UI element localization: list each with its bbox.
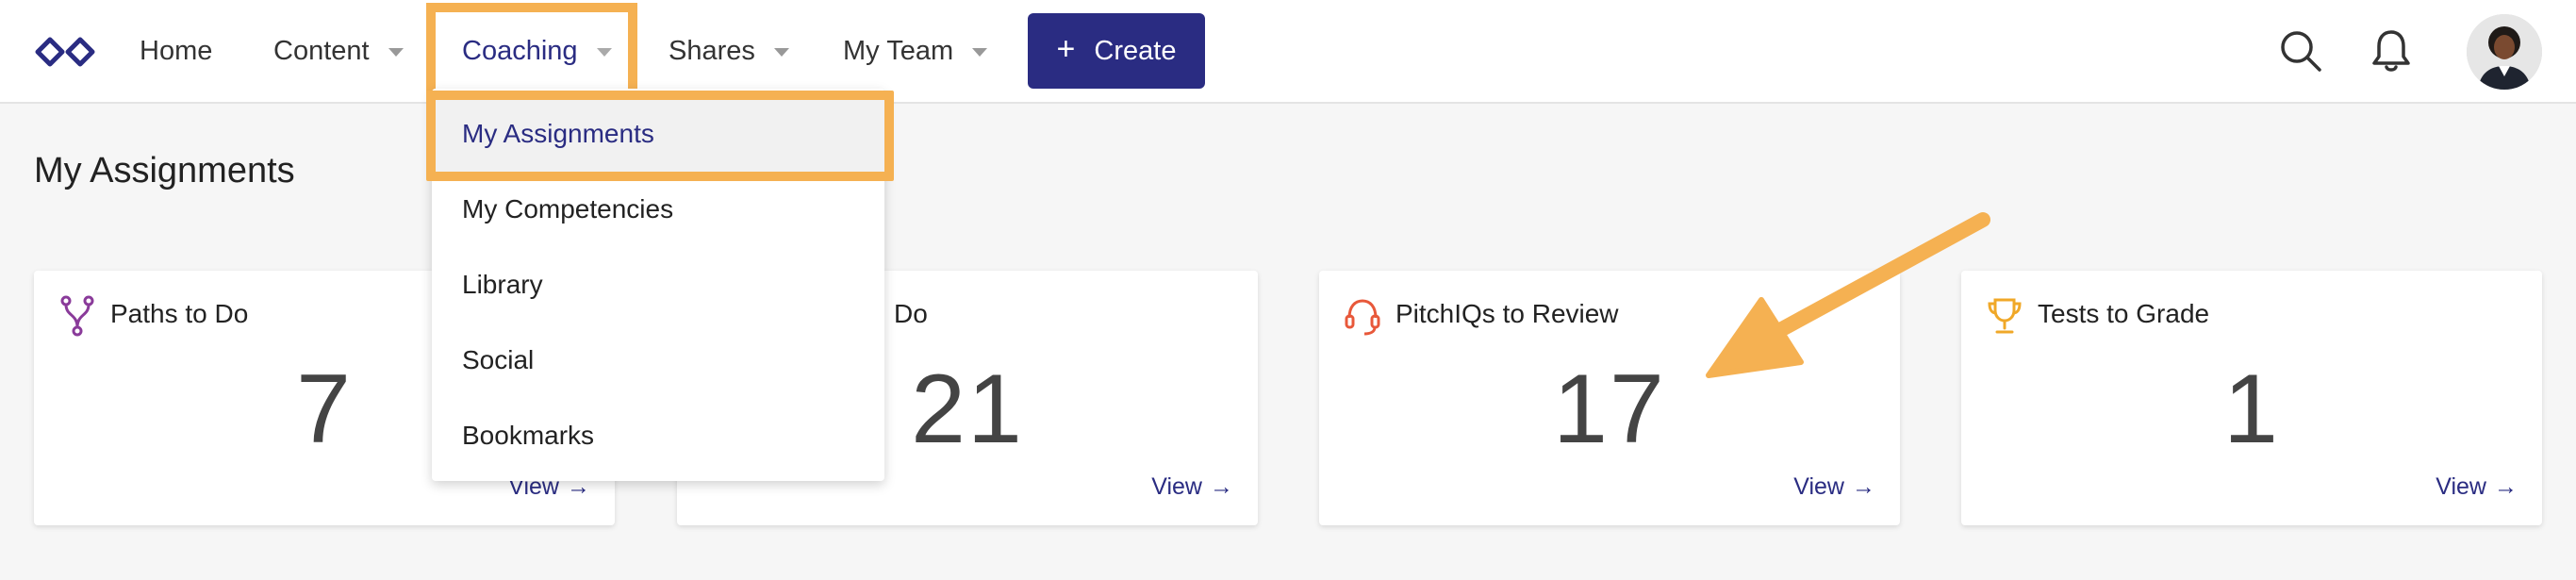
- trophy-icon: [1988, 298, 2022, 334]
- avatar[interactable]: [2467, 14, 2542, 90]
- search-icon[interactable]: [2278, 26, 2323, 75]
- my-assignments-highlight-box: [426, 91, 894, 181]
- page-title: My Assignments: [34, 151, 295, 191]
- card-title: Paths to Do: [110, 299, 249, 328]
- card-count: 17: [1553, 355, 1666, 464]
- chevron-down-icon: [972, 47, 988, 57]
- menu-item-bookmarks[interactable]: Bookmarks: [432, 398, 884, 473]
- user-avatar-icon: [2467, 14, 2542, 90]
- view-link-label: View: [1793, 473, 1844, 500]
- create-button-label: Create: [1094, 35, 1177, 66]
- nav-home-label: Home: [140, 35, 213, 66]
- chevron-down-icon: [388, 47, 404, 57]
- headset-icon: [1345, 299, 1380, 336]
- card-pitchiqs-to-review: PitchIQs to Review 17 View →: [1319, 271, 1900, 525]
- chevron-down-icon: [773, 47, 789, 57]
- menu-item-social[interactable]: Social: [432, 323, 884, 398]
- card-tests-to-grade: Tests to Grade 1 View →: [1961, 271, 2542, 525]
- view-link-label: View: [2436, 473, 2486, 500]
- view-link[interactable]: View →: [1151, 473, 1233, 501]
- arrow-right-icon: →: [1210, 473, 1233, 500]
- card-title: Do: [894, 299, 928, 328]
- create-button[interactable]: + Create: [1028, 13, 1205, 89]
- nav-shares-label: Shares: [669, 35, 755, 66]
- view-link-label: View: [1151, 473, 1202, 500]
- card-title: Tests to Grade: [2038, 299, 2210, 328]
- nav-content[interactable]: Content: [273, 32, 404, 70]
- nav-my-team-label: My Team: [843, 35, 954, 66]
- view-link[interactable]: View →: [1793, 473, 1875, 501]
- menu-item-label: My Competencies: [462, 194, 674, 224]
- card-title: PitchIQs to Review: [1395, 299, 1619, 328]
- nav-shares[interactable]: Shares: [669, 32, 789, 70]
- infinity-logo-icon[interactable]: [34, 33, 96, 71]
- nav-content-label: Content: [273, 35, 370, 66]
- menu-item-label: Library: [462, 270, 543, 299]
- top-navbar: Home Content Coaching Shares My Team + C…: [0, 0, 2576, 104]
- arrow-right-icon: →: [2494, 473, 2518, 500]
- view-link[interactable]: View →: [2436, 473, 2518, 501]
- nav-home[interactable]: Home: [140, 32, 212, 70]
- menu-item-my-competencies[interactable]: My Competencies: [432, 172, 884, 247]
- arrow-right-icon: →: [1852, 473, 1875, 500]
- menu-item-library[interactable]: Library: [432, 247, 884, 323]
- coaching-highlight-box: [426, 3, 637, 99]
- fork-path-icon: [60, 295, 94, 337]
- plus-icon: +: [1056, 31, 1076, 67]
- bell-icon[interactable]: [2369, 26, 2414, 75]
- menu-item-label: Social: [462, 345, 535, 374]
- menu-item-label: Bookmarks: [462, 421, 595, 450]
- nav-my-team[interactable]: My Team: [843, 32, 988, 70]
- card-count: 1: [2223, 355, 2280, 464]
